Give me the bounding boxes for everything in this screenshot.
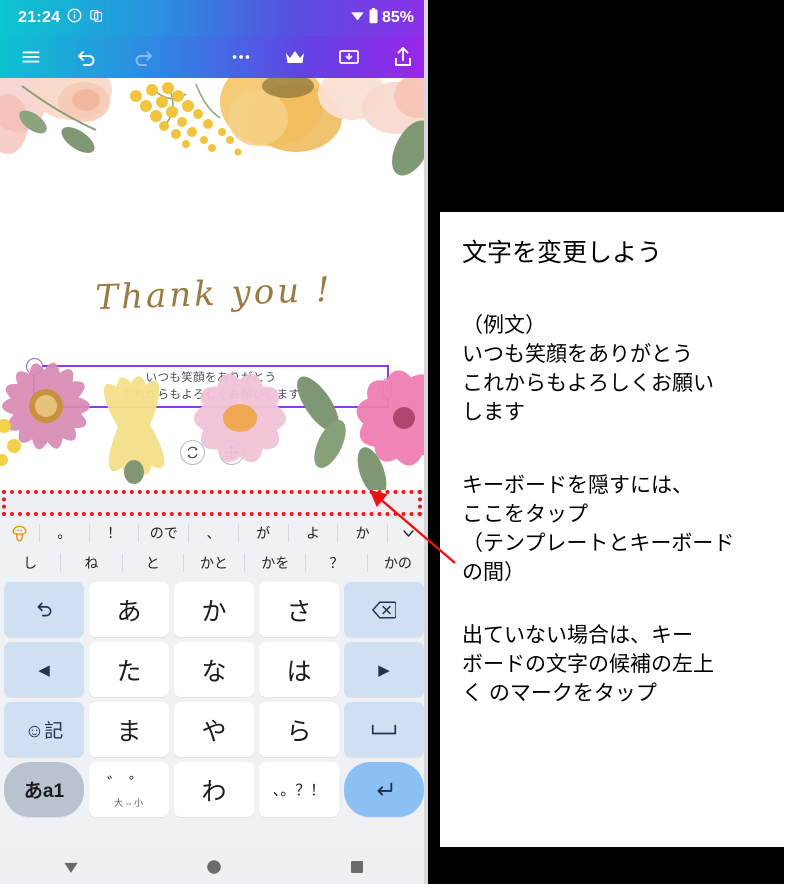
hide-line-2: ここをタップ	[462, 502, 588, 526]
screenshot-root: 21:24 85% Thank you ! いつも笑顔をありがとう 。 ！ ので…	[0, 0, 800, 891]
phone-right-edge	[424, 0, 428, 891]
nav-home-button[interactable]	[143, 858, 286, 876]
toolbar-right-group	[228, 44, 416, 70]
undo-icon[interactable]	[74, 44, 100, 70]
redo-icon[interactable]	[130, 44, 156, 70]
bottom-white-margin	[0, 884, 800, 891]
info-circle-icon	[67, 8, 82, 28]
key-na[interactable]: な	[174, 642, 254, 697]
key-ta[interactable]: た	[89, 642, 169, 697]
right-white-margin	[784, 0, 800, 891]
key-cursor-left[interactable]: ◀	[4, 642, 84, 697]
card-canvas[interactable]: Thank you ! いつも笑顔をありがとう これからもよろしくお願いします	[0, 78, 428, 490]
key-dakuten-case[interactable]: ゛゜ 大⇔小	[89, 762, 169, 817]
key-input-mode[interactable]: あa1	[4, 762, 84, 817]
nav-recents-button[interactable]	[285, 859, 428, 875]
suggestion-chip[interactable]: が	[239, 524, 289, 542]
suggestion-chip[interactable]: し	[0, 554, 62, 572]
phone-screenshot: 21:24 85% Thank you ! いつも笑顔をありがとう 。 ！ ので…	[0, 0, 428, 891]
mushroom-assistant-icon[interactable]	[0, 524, 40, 542]
key-ya[interactable]: や	[174, 702, 254, 757]
suggestion-chip[interactable]: ！	[90, 524, 140, 542]
key-ra[interactable]: ら	[259, 702, 339, 757]
hide-keyboard-tap-gap[interactable]	[0, 490, 428, 518]
show-line-2: ボードの文字の候補の左上	[462, 652, 714, 676]
suggestion-chip[interactable]: かの	[368, 554, 428, 572]
save-to-device-icon[interactable]	[336, 44, 362, 70]
hide-line-4: の間）	[462, 560, 525, 584]
key-sa[interactable]: さ	[259, 582, 339, 637]
key-row-3: ☺記 ま や ら	[4, 702, 424, 757]
key-emoji-symbols[interactable]: ☺記	[4, 702, 84, 757]
suggestion-chip[interactable]: と	[123, 554, 184, 572]
suggestion-row-2: し ね と かと かを ？ かの	[0, 548, 428, 578]
key-ha[interactable]: は	[259, 642, 339, 697]
suggestion-chip[interactable]: 。	[40, 524, 90, 542]
more-horizontal-icon[interactable]	[228, 44, 254, 70]
share-upload-icon[interactable]	[390, 44, 416, 70]
key-row-1: あ か さ	[4, 582, 424, 637]
android-status-bar: 21:24 85%	[0, 0, 428, 36]
key-row-2: ◀ た な は ▶	[4, 642, 424, 697]
suggestion-chip[interactable]: ね	[61, 554, 123, 572]
key-cursor-right[interactable]: ▶	[344, 642, 424, 697]
suggestion-chip[interactable]: かを	[245, 554, 307, 572]
chevron-down-icon[interactable]	[388, 524, 428, 542]
floral-top-decoration	[0, 78, 428, 176]
key-wa[interactable]: わ	[174, 762, 254, 817]
hide-keyboard-block: キーボードを隠すには、 ここをタップ （テンプレートとキーボード の間）	[462, 472, 782, 588]
suggestion-row-1: 。 ！ ので 、 が よ か	[0, 518, 428, 548]
nav-back-button[interactable]	[0, 857, 143, 877]
example-line-1: いつも笑顔をありがとう	[462, 342, 693, 366]
key-backspace[interactable]	[344, 582, 424, 637]
suggestion-chip[interactable]: ので	[139, 524, 190, 542]
show-line-1: 出ていない場合は、キー	[462, 623, 693, 647]
status-bar-right: 85%	[350, 7, 414, 29]
status-bar-left: 21:24	[18, 8, 104, 28]
example-label: （例文）	[462, 314, 546, 337]
hide-line-3: （テンプレートとキーボード	[462, 531, 735, 555]
key-dakuten-sublabel: 大⇔小	[113, 798, 144, 808]
key-enter[interactable]	[344, 762, 424, 817]
wifi-icon	[350, 8, 365, 28]
key-space[interactable]	[344, 702, 424, 757]
key-row-4: あa1 ゛゜ 大⇔小 わ 、。？！	[4, 762, 424, 817]
key-input-mode-label: あa1	[23, 781, 65, 802]
suggestion-chip[interactable]: ？	[306, 554, 368, 572]
example-line-3: します	[462, 400, 525, 424]
key-grid: あ か さ ◀ た な は ▶ ☺記 ま や ら あa1 ゛゜ 大⇔小 わ 、。…	[0, 578, 428, 824]
example-line-2: これからもよろしくお願い	[462, 371, 714, 395]
battery-percent: 85%	[381, 9, 414, 26]
card-headline: Thank you !	[94, 269, 334, 319]
floral-bottom-decoration	[0, 362, 428, 490]
suggestion-chip[interactable]: かと	[184, 554, 246, 572]
battery-icon	[368, 7, 379, 29]
suggestion-chip[interactable]: 、	[189, 524, 239, 542]
crown-premium-icon[interactable]	[282, 44, 308, 70]
hide-line-1: キーボードを隠すには、	[462, 473, 693, 497]
toolbar-left-group	[18, 44, 156, 70]
panel-title: 文字を変更しよう	[462, 239, 663, 267]
key-undo[interactable]	[4, 582, 84, 637]
app-toolbar	[0, 36, 428, 78]
key-ka[interactable]: か	[174, 582, 254, 637]
key-ma[interactable]: ま	[89, 702, 169, 757]
instruction-panel: 文字を変更しよう （例文） いつも笑顔をありがとう これからもよろしくお願い し…	[440, 212, 800, 847]
app-badge-icon	[89, 8, 104, 28]
hamburger-menu-icon[interactable]	[18, 44, 44, 70]
suggestion-chip[interactable]: か	[338, 524, 389, 542]
example-block: （例文） いつも笑顔をありがとう これからもよろしくお願い します	[462, 312, 782, 428]
gap-highlight-annotation	[2, 490, 422, 516]
software-keyboard: 。 ！ ので 、 が よ か し ね と かと かを ？ かの あ か さ ◀ …	[0, 518, 428, 824]
suggestion-chip[interactable]: よ	[289, 524, 339, 542]
key-punctuation[interactable]: 、。？！	[259, 762, 339, 817]
key-dakuten-glyphs: ゛゜	[107, 775, 151, 794]
key-a[interactable]: あ	[89, 582, 169, 637]
status-clock: 21:24	[18, 9, 61, 26]
show-keyboard-block: 出ていない場合は、キー ボードの文字の候補の左上 く のマークをタップ	[462, 622, 782, 709]
show-line-3: く のマークをタップ	[462, 681, 657, 705]
